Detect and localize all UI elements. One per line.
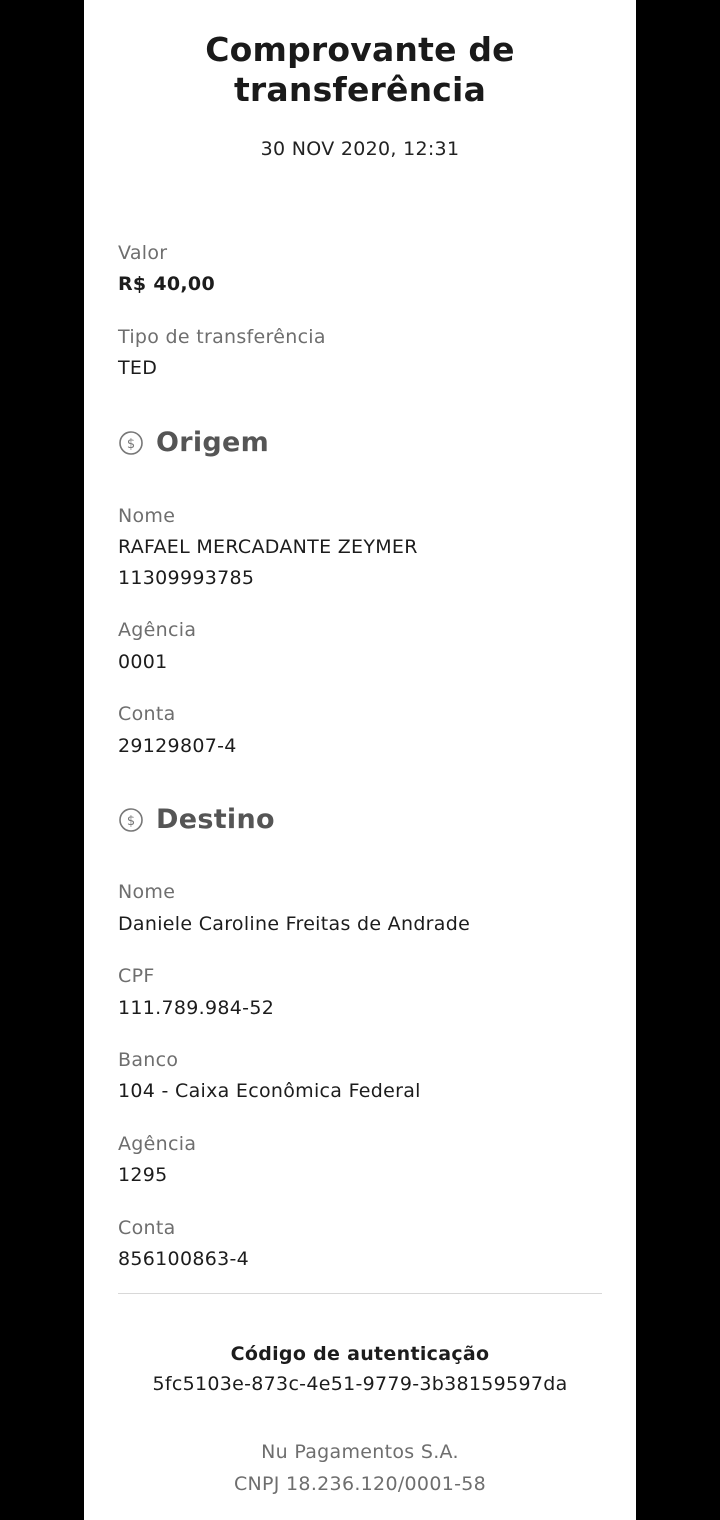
auth-code-value: 5fc5103e-873c-4e51-9779-3b38159597da	[152, 1373, 568, 1395]
tipo-value: TED	[118, 357, 158, 379]
company-cnpj: CNPJ 18.236.120/0001-58	[233, 1473, 487, 1495]
transfer-date: 30 NOV 2020, 12:31	[260, 138, 460, 160]
money-circle-icon: $	[119, 807, 143, 832]
valor-label: Valor	[118, 242, 168, 264]
destino-banco-value: 104 - Caixa Econômica Federal	[118, 1080, 421, 1102]
destino-nome-value: Daniele Caroline Freitas de Andrade	[118, 913, 471, 935]
destino-conta-label: Conta	[118, 1217, 176, 1239]
destino-header: $ Destino	[118, 804, 275, 835]
valor-value: R$ 40,00	[118, 273, 215, 295]
destino-agencia-label: Agência	[118, 1133, 197, 1155]
destino-cpf-label: CPF	[118, 965, 155, 987]
divider	[118, 1293, 602, 1294]
page-title: Comprovante de transferência	[205, 30, 515, 109]
destino-conta-value: 856100863-4	[118, 1248, 250, 1270]
destino-nome-label: Nome	[118, 881, 176, 903]
origem-conta-label: Conta	[118, 703, 176, 725]
destino-agencia-value: 1295	[118, 1164, 168, 1186]
origem-header: $ Origem	[118, 427, 269, 458]
destino-banco-label: Banco	[118, 1049, 179, 1071]
svg-text:$: $	[127, 437, 135, 452]
nu-logo-icon	[334, 0, 386, 8]
origem-agencia-label: Agência	[118, 619, 197, 641]
receipt-card: Comprovante de transferência 30 NOV 2020…	[84, 0, 636, 1520]
origem-nome-value: RAFAEL MERCADANTE ZEYMER	[118, 536, 418, 558]
destino-cpf-value: 111.789.984-52	[118, 997, 275, 1019]
destino-title: Destino	[156, 804, 275, 835]
auth-code-label: Código de autenticação	[230, 1343, 490, 1365]
origem-documento-value: 11309993785	[118, 567, 255, 589]
money-circle-icon: $	[119, 430, 143, 455]
origem-title: Origem	[156, 427, 270, 458]
company-name: Nu Pagamentos S.A.	[261, 1441, 459, 1463]
origem-agencia-value: 0001	[118, 651, 168, 673]
origem-conta-value: 29129807-4	[118, 735, 237, 757]
tipo-label: Tipo de transferência	[118, 326, 326, 348]
svg-text:$: $	[127, 814, 135, 829]
origem-nome-label: Nome	[118, 505, 176, 527]
